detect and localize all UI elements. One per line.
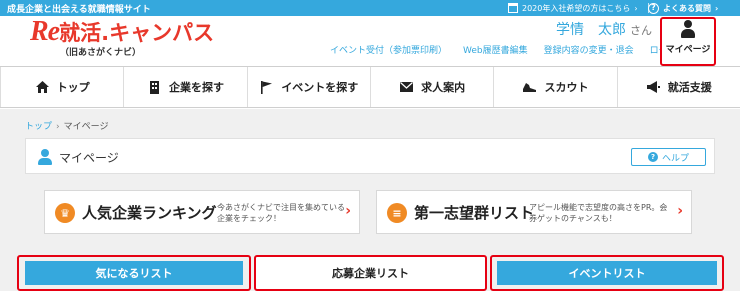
faq-arrow: › (715, 3, 719, 13)
account-subnav: イベント受付（参加票印刷） Web履歴書編集 登録内容の変更・退会 ログアウト (330, 43, 711, 56)
person-icon (38, 149, 52, 165)
logo-mark: Re (30, 16, 60, 47)
user-name: 学情 太郎 (556, 22, 626, 38)
subnav-account-settings[interactable]: 登録内容の変更・退会 (544, 43, 634, 56)
tab-event-list[interactable]: イベントリスト (490, 255, 724, 291)
logo-name: 就活.キャンパス (59, 21, 215, 45)
faq-link[interactable]: ? よくある質問 › (648, 1, 718, 15)
banner-title: 人気企業ランキング (82, 204, 217, 222)
nav-item-jobs[interactable]: 求人案内 (371, 67, 495, 107)
nav-item-scout[interactable]: スカウト (494, 67, 618, 107)
breadcrumb-separator: › (56, 122, 60, 132)
announce-link[interactable]: 2020年入社希望の方はこちら › (508, 1, 649, 15)
announce-label: 2020年入社希望の方はこちら (522, 3, 631, 13)
content-area: トップ › マイページ マイページ ? ヘルプ ♛ 人気企業ランキング 今あさがくナ… (0, 109, 740, 291)
nav-item-support[interactable]: 就活支援 (618, 67, 740, 107)
top-strip: 成長企業と出会える就職情報サイト 2020年入社希望の方はこちら › ? よくあ… (0, 0, 740, 16)
nav-item-label: 就活支援 (667, 81, 712, 94)
shoe-icon (523, 83, 537, 92)
tab-label: 気になるリスト (25, 261, 243, 285)
tab-label: 応募企業リスト (332, 267, 409, 280)
site-logo[interactable]: Re就活.キャンパス （旧あさがくナビ） (30, 16, 215, 59)
banner-description: 今あさがくナビで注目を集めている企業をチェック！ (217, 203, 345, 223)
tab-applied-list[interactable]: 応募企業リスト (254, 255, 487, 291)
help-icon: ? (648, 2, 659, 14)
chevron-right-icon: › (345, 203, 351, 219)
mypage-button-label: マイページ (665, 45, 711, 55)
subnav-resume-edit[interactable]: Web履歴書編集 (463, 43, 528, 56)
breadcrumb: トップ › マイページ (25, 119, 108, 132)
nav-item-top[interactable]: トップ (0, 67, 125, 107)
chevron-right-icon: › (677, 203, 683, 219)
breadcrumb-current: マイページ (63, 122, 109, 132)
page-title: マイページ (59, 151, 119, 165)
user-honorific: さん (630, 24, 652, 37)
nav-item-label: イベントを探す (281, 81, 359, 94)
site-tagline: 成長企業と出会える就職情報サイト (7, 5, 151, 15)
person-icon (680, 20, 696, 38)
logo-subtitle: （旧あさがくナビ） (60, 48, 142, 58)
home-icon (35, 81, 49, 93)
main-nav: トップ 企業を探す イベントを探す 求人案内 スカウト 就活支援 (0, 66, 740, 108)
nav-item-label: 企業を探す (168, 81, 224, 94)
crown-icon: ♛ (55, 203, 75, 223)
faq-label: よくある質問 (663, 3, 711, 13)
subnav-event-reception[interactable]: イベント受付（参加票印刷） (330, 43, 447, 56)
first-choice-list-banner[interactable]: ≡ 第一志望群リスト アピール機能で志望度の高さをPR。会券ゲットのチャンスも！… (376, 190, 692, 234)
tab-interested-list[interactable]: 気になるリスト (17, 255, 251, 291)
building-icon (149, 81, 159, 94)
nav-item-events[interactable]: イベントを探す (248, 67, 371, 107)
mypage-button[interactable]: マイページ (660, 17, 716, 66)
nav-item-label: トップ (56, 81, 90, 94)
popular-ranking-banner[interactable]: ♛ 人気企業ランキング 今あさがくナビで注目を集めている企業をチェック！ › (44, 190, 360, 234)
megaphone-icon (646, 81, 660, 93)
list-icon: ≡ (387, 203, 407, 223)
user-name-display: 学情 太郎 さん (556, 19, 652, 39)
banner-description: アピール機能で志望度の高さをPR。会券ゲットのチャンスも！ (529, 203, 668, 223)
calendar-icon (508, 3, 518, 13)
banner-title: 第一志望群リスト (414, 204, 535, 222)
mypage-header-panel: マイページ ? ヘルプ (25, 138, 715, 174)
help-button-label: ヘルプ (661, 153, 689, 164)
mail-icon (400, 82, 414, 92)
announce-arrow: › (634, 3, 638, 13)
nav-item-label: スカウト (544, 81, 589, 94)
flag-icon (261, 81, 273, 94)
tab-label: イベントリスト (497, 261, 717, 285)
question-icon: ? (647, 152, 658, 162)
nav-item-companies[interactable]: 企業を探す (124, 67, 248, 107)
nav-item-label: 求人案内 (421, 81, 466, 94)
breadcrumb-home[interactable]: トップ (25, 122, 52, 132)
help-button[interactable]: ? ヘルプ (631, 148, 706, 166)
